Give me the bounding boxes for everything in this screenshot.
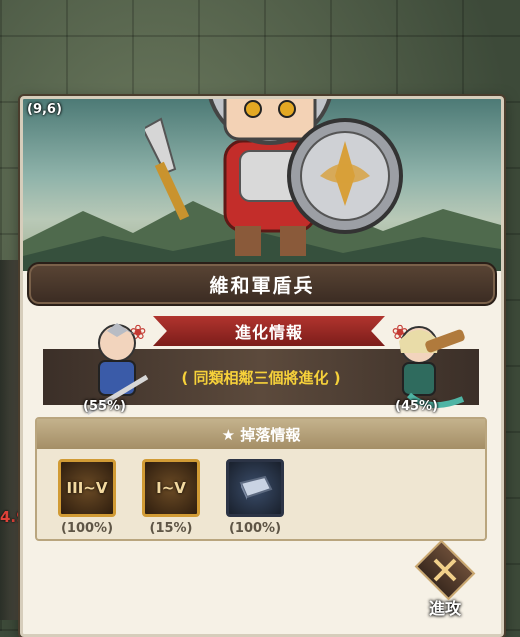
crossed-swords-icon	[433, 558, 457, 582]
drop-item-1[interactable]: III~V (100%)	[57, 459, 117, 536]
attack-button[interactable]: 進攻	[407, 539, 483, 619]
drop-info-box: ★ 掉落情報 III~V (100%) I~V (15%) (100%)	[35, 417, 487, 541]
drop-info-title: ★ 掉落情報	[221, 425, 301, 444]
evolution-title: 進化情報	[234, 323, 303, 342]
shield-soldier-portrait	[145, 99, 403, 256]
map-edge	[0, 260, 18, 620]
drop-chance-1: (100%)	[60, 521, 114, 536]
drop-item-3[interactable]: (100%)	[225, 459, 285, 536]
unit-info-panel: (9,6) 維和軍盾兵 ❀ 進化情報 ❀ ( 同類相鄰三個將進化 ) (55%)…	[20, 96, 504, 637]
drop-chance-3: (100%)	[228, 521, 282, 536]
drop-info-header: ★ 掉落情報	[37, 419, 485, 449]
gold-rank-icon: III~V	[58, 459, 116, 517]
evolution-chance-right: (45%)	[395, 399, 438, 414]
drop-rank-2: I~V	[156, 479, 186, 497]
evolution-chance-left: (55%)	[83, 399, 126, 414]
unit-name-plate: 維和軍盾兵	[27, 262, 497, 306]
steel-ingot-icon	[226, 459, 284, 517]
attack-diamond	[414, 539, 476, 601]
evolution-note: ( 同類相鄰三個將進化 )	[181, 368, 341, 387]
attack-label: 進攻	[428, 599, 461, 618]
tile-coordinate: (9,6)	[27, 102, 62, 117]
drop-rank-1: III~V	[66, 479, 108, 497]
evolution-ribbon: 進化情報	[153, 316, 385, 346]
gold-rank-icon: I~V	[142, 459, 200, 517]
unit-name: 維和軍盾兵	[209, 274, 315, 297]
drop-chance-2: (15%)	[149, 521, 193, 536]
drop-item-2[interactable]: I~V (15%)	[141, 459, 201, 536]
